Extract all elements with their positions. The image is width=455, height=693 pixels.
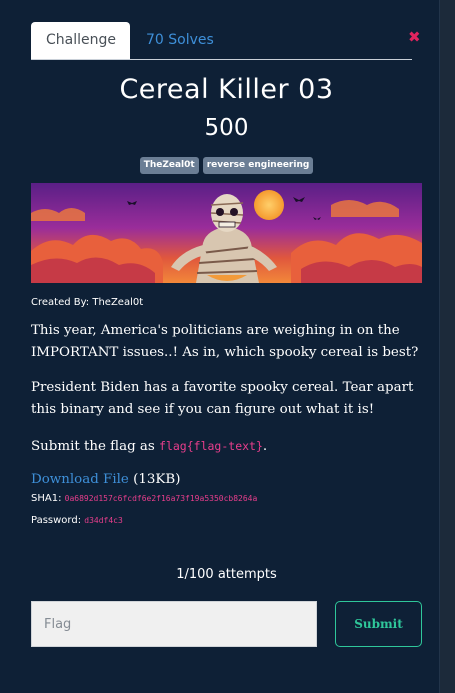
- tab-solves[interactable]: 70 Solves: [131, 22, 229, 59]
- flag-format-code: flag{flag-text}: [159, 439, 263, 453]
- download-line: Download File (13KB): [31, 472, 180, 487]
- file-size: (13KB): [133, 472, 181, 487]
- created-by: Created By: TheZeal0t: [31, 297, 144, 308]
- password-line: Password: d34df4c3: [31, 515, 123, 526]
- tag-category: reverse engineering: [202, 157, 314, 174]
- description-paragraph-3: Submit the flag as flag{flag-text}.: [31, 435, 426, 458]
- description-paragraph-2: President Biden has a favorite spooky ce…: [31, 380, 414, 417]
- challenge-modal: Challenge 70 Solves ✖ Cereal Killer 03 5…: [0, 0, 440, 693]
- sha1-label: SHA1:: [31, 493, 62, 504]
- flag-input[interactable]: [31, 601, 317, 647]
- submit-button[interactable]: Submit: [335, 601, 422, 647]
- sha1-line: SHA1: 0a6892d157c6fcdf6e2f16a73f19a5350c…: [31, 493, 257, 504]
- challenge-title: Cereal Killer 03: [119, 74, 334, 105]
- flag-format-suffix: .: [262, 439, 268, 454]
- description-paragraph-1: This year, America's politicians are wei…: [31, 323, 419, 360]
- tag-list: TheZeal0t reverse engineering: [0, 157, 453, 174]
- password-label: Password:: [31, 515, 82, 526]
- download-file-link[interactable]: Download File: [31, 472, 129, 487]
- sha1-value: 0a6892d157c6fcdf6e2f16a73f19a5350cb8264a: [64, 494, 258, 503]
- mummy-skeleton-illustration: [31, 183, 422, 283]
- tag-author: TheZeal0t: [139, 157, 199, 174]
- password-value: d34df4c3: [84, 516, 123, 525]
- close-icon[interactable]: ✖: [408, 30, 422, 45]
- challenge-banner-image: [31, 183, 422, 283]
- challenge-points: 500: [204, 115, 249, 141]
- flag-format-prefix: Submit the flag as: [31, 439, 160, 454]
- attempts-counter: 1/100 attempts: [176, 567, 277, 582]
- tab-bar: Challenge 70 Solves: [31, 22, 412, 60]
- tab-challenge[interactable]: Challenge: [31, 22, 130, 59]
